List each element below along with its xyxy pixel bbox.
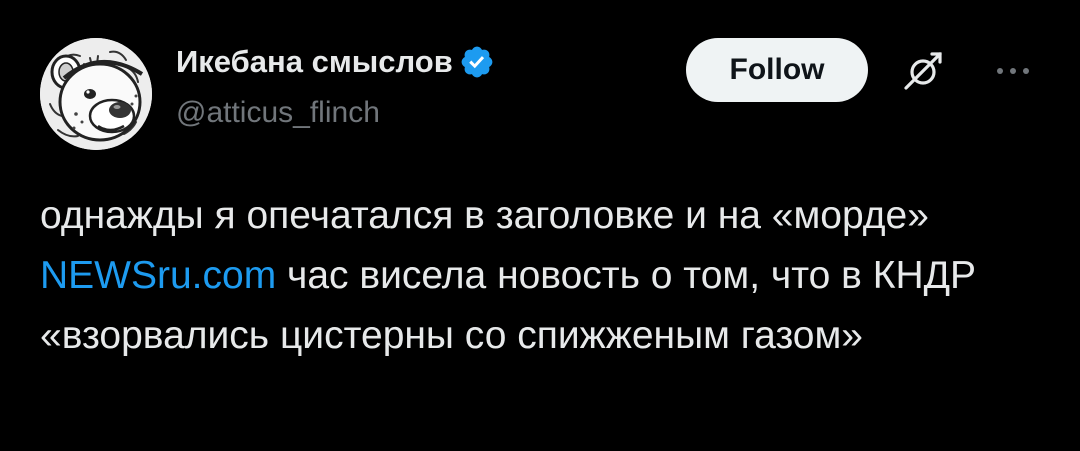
- verified-badge-icon[interactable]: [459, 44, 495, 80]
- tweet-text: однажды я опечатался в заголовке и на «м…: [40, 186, 1040, 366]
- grok-icon[interactable]: [898, 46, 948, 96]
- tweet-text-part-1: однажды я опечатался в заголовке и на «м…: [40, 194, 929, 237]
- author-avatar[interactable]: [40, 38, 152, 150]
- tweet: Икебана смыслов @atticus_flinch Follow о…: [0, 0, 1080, 451]
- follow-button[interactable]: Follow: [686, 38, 868, 102]
- cartoon-bear-avatar-icon: [40, 38, 152, 150]
- author-handle[interactable]: @atticus_flinch: [176, 96, 380, 130]
- author-display-name[interactable]: Икебана смыслов: [176, 44, 453, 80]
- more-options-icon[interactable]: [988, 56, 1038, 86]
- author-name-row: Икебана смыслов: [176, 42, 495, 82]
- tweet-link[interactable]: NEWSru.com: [40, 254, 276, 297]
